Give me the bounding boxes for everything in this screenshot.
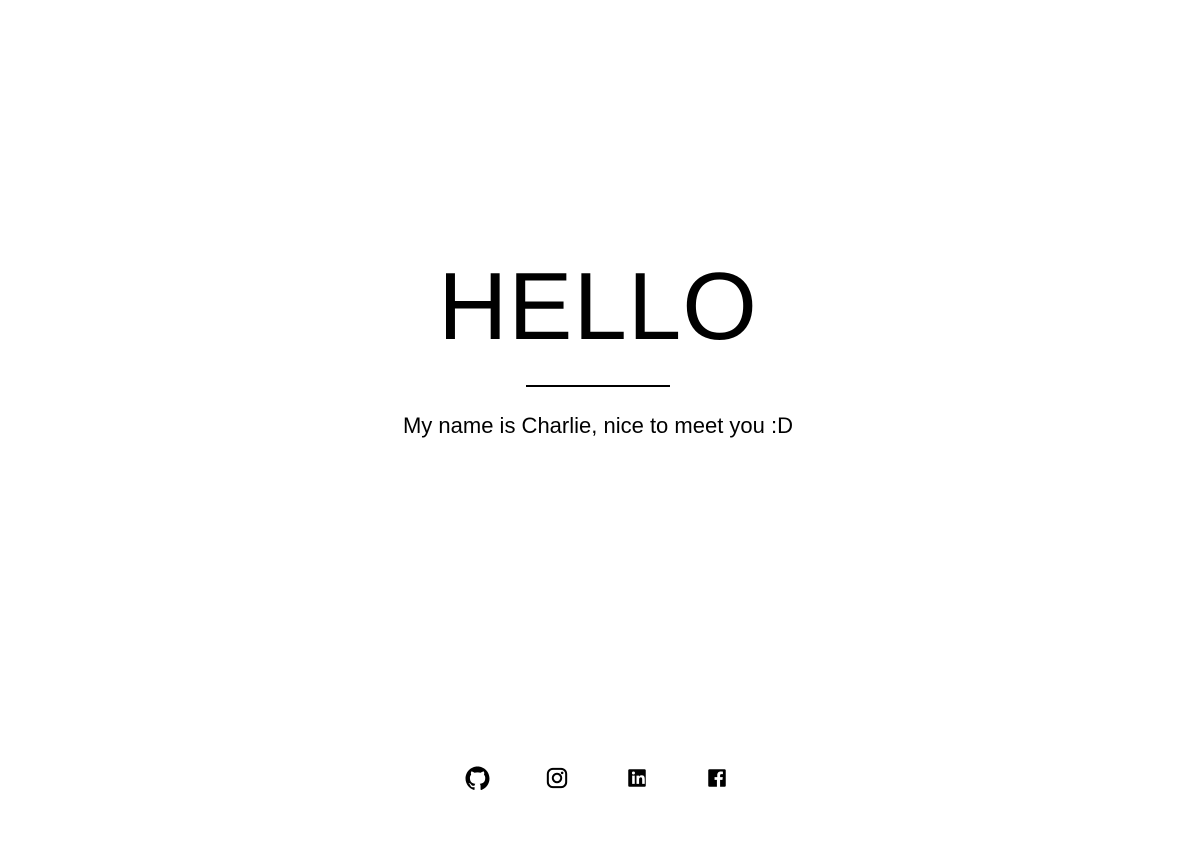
page-title: HELLO bbox=[438, 253, 758, 360]
instagram-icon bbox=[546, 767, 568, 789]
github-link[interactable] bbox=[463, 764, 491, 792]
github-icon bbox=[465, 766, 490, 791]
social-links bbox=[0, 764, 1181, 792]
linkedin-link[interactable] bbox=[623, 764, 651, 792]
instagram-link[interactable] bbox=[543, 764, 571, 792]
facebook-icon bbox=[707, 768, 727, 788]
hero-section: HELLO My name is Charlie, nice to meet y… bbox=[0, 0, 1181, 843]
linkedin-icon bbox=[627, 768, 647, 788]
facebook-link[interactable] bbox=[703, 764, 731, 792]
intro-text: My name is Charlie, nice to meet you :D bbox=[402, 413, 794, 438]
title-divider bbox=[526, 385, 670, 387]
